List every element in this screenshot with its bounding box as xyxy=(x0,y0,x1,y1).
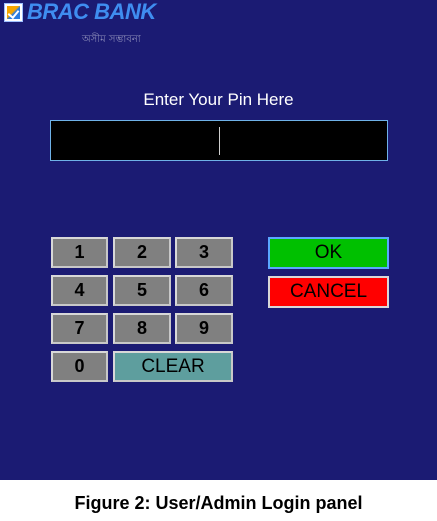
keypad-key-0[interactable]: 0 xyxy=(51,351,108,382)
keypad-key-3[interactable]: 3 xyxy=(175,237,233,268)
pin-input[interactable] xyxy=(50,120,388,161)
keypad-key-2[interactable]: 2 xyxy=(113,237,171,268)
figure-caption: Figure 2: User/Admin Login panel xyxy=(74,493,363,513)
ok-button[interactable]: OK xyxy=(268,237,389,269)
keypad-key-6[interactable]: 6 xyxy=(175,275,233,306)
keypad-key-5[interactable]: 5 xyxy=(113,275,171,306)
clear-button[interactable]: CLEAR xyxy=(113,351,233,382)
brac-logo-icon xyxy=(4,2,23,22)
brand-tagline: অসীম সম্ভাবনা xyxy=(82,34,141,45)
login-panel: BRAC BANK অসীম সম্ভাবনা Enter Your Pin H… xyxy=(0,0,437,480)
text-cursor xyxy=(219,127,220,155)
keypad-key-4[interactable]: 4 xyxy=(51,275,108,306)
keypad-key-7[interactable]: 7 xyxy=(51,313,108,344)
keypad-key-1[interactable]: 1 xyxy=(51,237,108,268)
brand-name: BRAC BANK xyxy=(27,0,156,24)
cancel-button[interactable]: CANCEL xyxy=(268,276,389,308)
pin-prompt: Enter Your Pin Here xyxy=(143,90,294,109)
keypad-key-8[interactable]: 8 xyxy=(113,313,171,344)
keypad-key-9[interactable]: 9 xyxy=(175,313,233,344)
brac-bank-logo: BRAC BANK xyxy=(4,1,156,23)
